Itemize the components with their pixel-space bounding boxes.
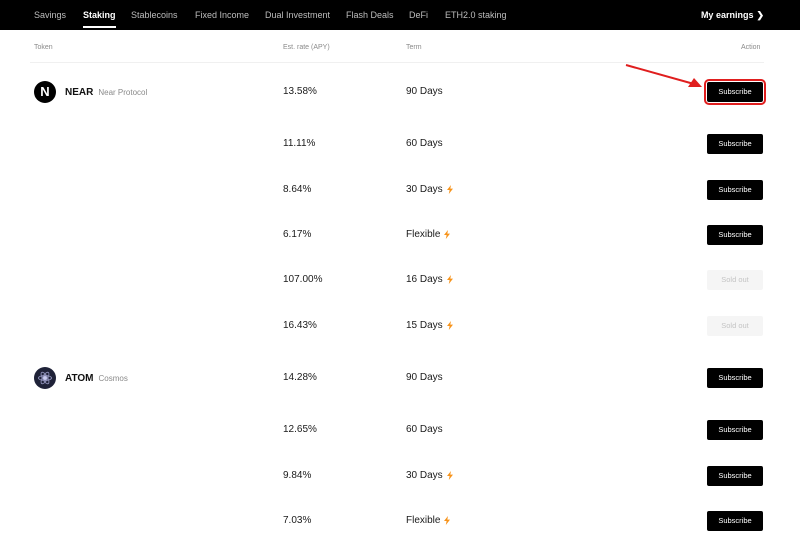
- subscribe-button[interactable]: Subscribe: [707, 180, 763, 200]
- header-rate: Est. rate (APY): [283, 44, 330, 51]
- rate-value: 8.64%: [283, 184, 312, 195]
- subscribe-button[interactable]: Subscribe: [704, 79, 766, 105]
- lightning-bolt-icon: [446, 321, 453, 330]
- lightning-bolt-icon: [446, 185, 453, 194]
- nav-item-dual-investment[interactable]: Dual Investment: [265, 0, 330, 30]
- nav-item-fixed-income[interactable]: Fixed Income: [195, 0, 249, 30]
- term-value: 16 Days: [406, 274, 443, 285]
- subscribe-button[interactable]: Subscribe: [707, 511, 763, 531]
- term-value: 15 Days: [406, 320, 443, 331]
- cosmos-logo-icon: [34, 367, 56, 389]
- subscribe-button[interactable]: Subscribe: [707, 466, 763, 486]
- nav-item-stablecoins[interactable]: Stablecoins: [131, 0, 178, 30]
- subscribe-button[interactable]: Subscribe: [707, 134, 763, 154]
- term-cell: 90 Days: [406, 86, 443, 97]
- term-value: 90 Days: [406, 372, 443, 383]
- header-token: Token: [34, 44, 53, 51]
- term-cell: 60 Days: [406, 138, 443, 149]
- rate-value: 11.11%: [283, 138, 316, 149]
- header-action: Action: [741, 44, 761, 51]
- term-cell: 15 Days: [406, 320, 453, 331]
- near-logo-icon: N: [34, 81, 56, 103]
- sold-out-button: Sold out: [707, 316, 763, 336]
- token-name: Near Protocol: [98, 87, 148, 97]
- lightning-bolt-icon: [444, 230, 451, 239]
- nav-item-staking[interactable]: Staking: [83, 0, 116, 30]
- term-value: 90 Days: [406, 86, 443, 97]
- subscribe-button[interactable]: Subscribe: [707, 225, 763, 245]
- term-value: Flexible: [406, 515, 441, 526]
- rate-value: 16.43%: [283, 320, 317, 331]
- lightning-bolt-icon: [446, 471, 453, 480]
- term-value: 30 Days: [406, 470, 443, 481]
- nav-item-flash-deals[interactable]: Flash Deals: [346, 0, 394, 30]
- term-cell: 30 Days: [406, 184, 453, 195]
- token-cell: ATOM Cosmos: [34, 367, 128, 389]
- nav-item-eth2-staking[interactable]: ETH2.0 staking: [445, 0, 507, 30]
- lightning-bolt-icon: [444, 516, 451, 525]
- nav-item-defi[interactable]: DeFi: [409, 0, 428, 30]
- term-value: 30 Days: [406, 184, 443, 195]
- token-symbol: ATOM: [65, 372, 94, 384]
- token-cell: N NEAR Near Protocol: [34, 81, 147, 103]
- term-cell: 90 Days: [406, 372, 443, 383]
- nav-item-staking-label: Staking: [83, 10, 116, 20]
- lightning-bolt-icon: [446, 275, 453, 284]
- term-cell: 30 Days: [406, 470, 453, 481]
- rate-value: 12.65%: [283, 424, 317, 435]
- annotation-arrow-icon: [625, 64, 702, 87]
- rate-value: 107.00%: [283, 274, 323, 285]
- top-nav: Savings Staking Stablecoins Fixed Income…: [0, 0, 800, 30]
- my-earnings-label: My earnings: [700, 10, 754, 20]
- term-cell: Flexible: [406, 229, 451, 240]
- term-cell: Flexible: [406, 515, 451, 526]
- term-value: Flexible: [406, 229, 441, 240]
- token-name: Cosmos: [98, 373, 128, 383]
- token-symbol: NEAR: [65, 86, 94, 98]
- active-tab-indicator: [83, 26, 116, 28]
- nav-item-savings[interactable]: Savings: [34, 0, 66, 30]
- sold-out-button: Sold out: [707, 270, 763, 290]
- my-earnings-link[interactable]: My earnings ❯: [701, 0, 764, 30]
- term-cell: 60 Days: [406, 424, 443, 435]
- term-cell: 16 Days: [406, 274, 453, 285]
- term-value: 60 Days: [406, 424, 443, 435]
- subscribe-button[interactable]: Subscribe: [707, 420, 763, 440]
- rate-value: 14.28%: [283, 372, 317, 383]
- rate-value: 6.17%: [283, 229, 312, 240]
- rate-value: 9.84%: [283, 470, 312, 481]
- rate-value: 7.03%: [283, 515, 312, 526]
- header-term: Term: [406, 44, 422, 51]
- subscribe-button[interactable]: Subscribe: [707, 368, 763, 388]
- term-value: 60 Days: [406, 138, 443, 149]
- rate-value: 13.58%: [283, 86, 317, 97]
- chevron-right-icon: ❯: [756, 10, 764, 20]
